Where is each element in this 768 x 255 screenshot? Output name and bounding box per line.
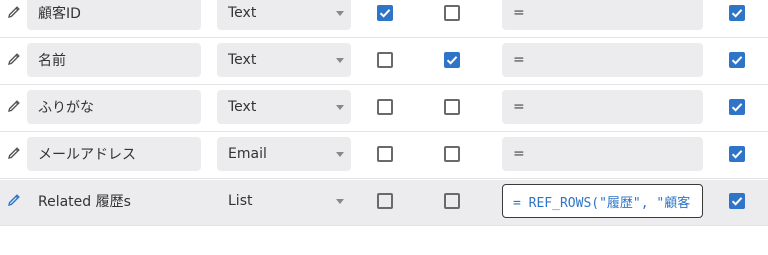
column-type-label: Email — [228, 146, 267, 162]
column-type-label: Text — [228, 99, 257, 115]
check-icon — [731, 197, 743, 206]
formula-field[interactable]: = — [502, 137, 703, 171]
show-checkbox[interactable] — [729, 99, 745, 115]
check-icon — [731, 56, 743, 65]
pencil-icon[interactable] — [6, 4, 22, 20]
show-checkbox[interactable] — [729, 146, 745, 162]
key-checkbox[interactable] — [377, 5, 393, 21]
show-checkbox[interactable] — [729, 52, 745, 68]
column-row[interactable]: メールアドレス Email = — [0, 133, 768, 179]
chevron-down-icon — [336, 152, 344, 157]
label-checkbox[interactable] — [444, 52, 460, 68]
column-name-field[interactable]: ふりがな — [27, 90, 201, 124]
column-type-select[interactable]: Email — [217, 137, 351, 171]
column-name-field[interactable]: Related 履歴s — [27, 184, 201, 218]
label-checkbox[interactable] — [444, 146, 460, 162]
check-icon — [379, 9, 391, 18]
pencil-icon[interactable] — [6, 192, 22, 208]
formula-field[interactable]: = — [502, 0, 703, 30]
column-row[interactable]: ふりがな Text = — [0, 86, 768, 132]
column-type-label: Text — [228, 52, 257, 68]
check-icon — [731, 150, 743, 159]
column-type-label: Text — [228, 5, 257, 21]
show-checkbox[interactable] — [729, 5, 745, 21]
pencil-icon[interactable] — [6, 51, 22, 67]
column-type-select[interactable]: Text — [217, 43, 351, 77]
column-name-field[interactable]: メールアドレス — [27, 137, 201, 171]
column-row[interactable]: 顧客ID Text = — [0, 0, 768, 38]
label-checkbox[interactable] — [444, 193, 460, 209]
key-checkbox[interactable] — [377, 146, 393, 162]
column-type-select[interactable]: Text — [217, 90, 351, 124]
key-checkbox[interactable] — [377, 193, 393, 209]
pencil-icon[interactable] — [6, 145, 22, 161]
show-checkbox[interactable] — [729, 193, 745, 209]
formula-field[interactable]: = REF_ROWS("履歴", "顧客 — [502, 184, 703, 218]
column-row[interactable]: Related 履歴s List = REF_ROWS("履歴", "顧客 — [0, 180, 768, 226]
chevron-down-icon — [336, 11, 344, 16]
formula-field[interactable]: = — [502, 90, 703, 124]
check-icon — [731, 9, 743, 18]
pencil-icon[interactable] — [6, 98, 22, 114]
key-checkbox[interactable] — [377, 52, 393, 68]
check-icon — [731, 103, 743, 112]
key-checkbox[interactable] — [377, 99, 393, 115]
column-type-select[interactable]: List — [217, 184, 351, 218]
label-checkbox[interactable] — [444, 99, 460, 115]
chevron-down-icon — [336, 105, 344, 110]
column-name-field[interactable]: 名前 — [27, 43, 201, 77]
chevron-down-icon — [336, 199, 344, 204]
check-icon — [446, 56, 458, 65]
column-type-select[interactable]: Text — [217, 0, 351, 30]
column-row[interactable]: 名前 Text = — [0, 39, 768, 85]
label-checkbox[interactable] — [444, 5, 460, 21]
formula-field[interactable]: = — [502, 43, 703, 77]
column-type-label: List — [228, 193, 253, 209]
column-name-field[interactable]: 顧客ID — [27, 0, 201, 30]
chevron-down-icon — [336, 58, 344, 63]
